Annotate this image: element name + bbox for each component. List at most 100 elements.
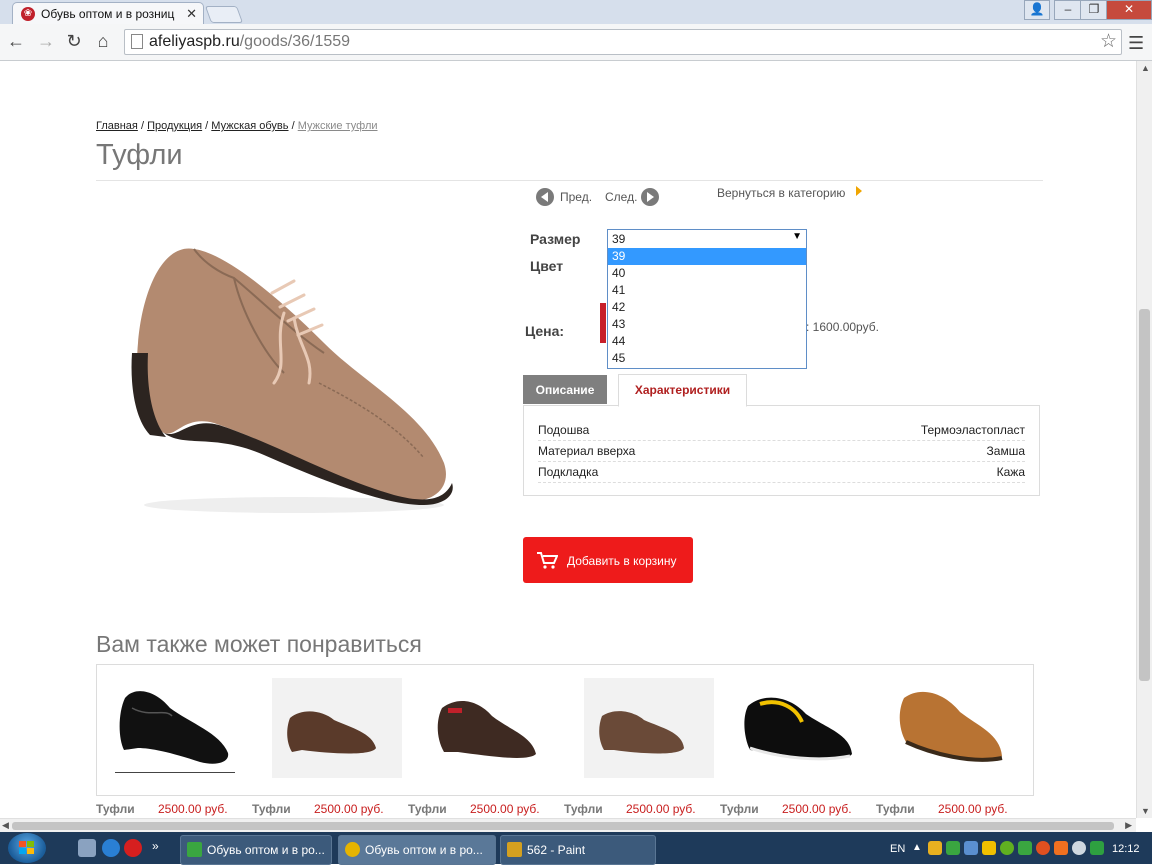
price-label: Цена: bbox=[525, 323, 565, 339]
tray-icon[interactable] bbox=[1000, 841, 1014, 855]
breadcrumb-products[interactable]: Продукция bbox=[147, 120, 202, 132]
color-swatch[interactable] bbox=[600, 303, 606, 343]
recommendation-name[interactable]: Туфли bbox=[564, 802, 603, 816]
chrome-icon bbox=[345, 842, 360, 857]
ie-icon[interactable] bbox=[102, 839, 120, 857]
tray-icon[interactable] bbox=[1018, 841, 1032, 855]
tray-icon[interactable] bbox=[1054, 841, 1068, 855]
site-favicon-icon: ❀ bbox=[21, 7, 35, 21]
back-to-category-link[interactable]: Вернуться в категорию bbox=[717, 186, 845, 200]
tray-icon[interactable] bbox=[1036, 841, 1050, 855]
cart-icon bbox=[537, 552, 558, 569]
size-option[interactable]: 41 bbox=[608, 282, 806, 299]
add-to-cart-button[interactable]: Добавить в корзину bbox=[523, 537, 693, 583]
characteristic-row: Подошва Термоэластопласт bbox=[538, 420, 1025, 441]
size-option[interactable]: 44 bbox=[608, 333, 806, 350]
tab-description[interactable]: Описание bbox=[523, 375, 607, 404]
prev-label[interactable]: Пред. bbox=[560, 190, 592, 204]
recommendations-title: Вам также может понравиться bbox=[96, 631, 422, 657]
horizontal-scrollbar[interactable]: ◀ ▶ bbox=[0, 818, 1136, 833]
size-select[interactable]: 39 ▼ bbox=[607, 229, 807, 249]
browser-tab[interactable]: ❀ Обувь оптом и в розниц ✕ bbox=[12, 2, 204, 25]
next-product-button[interactable] bbox=[641, 188, 659, 206]
taskbar-task[interactable]: 562 - Paint bbox=[500, 835, 656, 865]
new-tab-button[interactable] bbox=[204, 6, 244, 23]
recommendation-price: 2500.00 руб. bbox=[626, 802, 696, 816]
scroll-left-icon[interactable]: ◀ bbox=[2, 820, 9, 831]
breadcrumb-home[interactable]: Главная bbox=[96, 120, 138, 132]
clock[interactable]: 12:12 bbox=[1112, 843, 1140, 855]
characteristics-panel: Подошва Термоэластопласт Материал вверха… bbox=[523, 405, 1040, 496]
minimize-button[interactable]: – bbox=[1054, 0, 1082, 20]
vertical-scrollbar[interactable]: ▲ ▼ bbox=[1136, 61, 1152, 818]
scroll-thumb[interactable] bbox=[12, 822, 1114, 830]
selected-item-underline bbox=[115, 772, 235, 773]
scroll-down-icon[interactable]: ▼ bbox=[1141, 806, 1150, 816]
recommendation-image[interactable] bbox=[428, 678, 558, 778]
size-option[interactable]: 43 bbox=[608, 316, 806, 333]
dropdown-arrow-icon: ▼ bbox=[792, 231, 802, 242]
back-arrow-icon[interactable]: ← bbox=[6, 31, 26, 51]
taskbar-task-active[interactable]: Обувь оптом и в ро... bbox=[338, 835, 496, 865]
tab-characteristics[interactable]: Характеристики bbox=[618, 374, 747, 407]
recommendation-image[interactable] bbox=[892, 678, 1022, 778]
breadcrumb-current[interactable]: Мужские туфли bbox=[298, 120, 378, 132]
characteristic-row: Материал вверха Замша bbox=[538, 441, 1025, 462]
start-button[interactable] bbox=[8, 833, 46, 863]
opera-icon[interactable] bbox=[124, 839, 142, 857]
tray-icon[interactable] bbox=[964, 841, 978, 855]
size-option[interactable]: 40 bbox=[608, 265, 806, 282]
next-label[interactable]: След. bbox=[605, 190, 637, 204]
scroll-right-icon[interactable]: ▶ bbox=[1125, 820, 1132, 831]
chrome-menu-icon[interactable]: ☰ bbox=[1128, 33, 1144, 54]
paint-icon bbox=[507, 842, 522, 857]
prev-product-button[interactable] bbox=[536, 188, 554, 206]
recommendation-image[interactable] bbox=[584, 678, 714, 778]
scroll-thumb[interactable] bbox=[1139, 309, 1150, 681]
breadcrumb-mens-shoes[interactable]: Мужская обувь bbox=[211, 120, 288, 132]
size-option[interactable]: 45 bbox=[608, 350, 806, 367]
recommendation-name[interactable]: Туфли bbox=[876, 802, 915, 816]
recommendation-image[interactable] bbox=[740, 678, 870, 778]
size-option[interactable]: 42 bbox=[608, 299, 806, 316]
quicklaunch-more-icon[interactable]: » bbox=[152, 839, 159, 853]
home-icon[interactable]: ⌂ bbox=[93, 31, 113, 51]
address-bar[interactable]: afeliyaspb.ru/goods/36/1559 ☆ bbox=[124, 29, 1122, 55]
url-text: afeliyaspb.ru/goods/36/1559 bbox=[149, 33, 351, 50]
characteristic-row: Подкладка Кажа bbox=[538, 462, 1025, 483]
user-profile-button[interactable]: 👤 bbox=[1024, 0, 1050, 20]
browser-toolbar: ← → ↻ ⌂ afeliyaspb.ru/goods/36/1559 ☆ ☰ bbox=[0, 24, 1152, 61]
tray-icon[interactable] bbox=[946, 841, 960, 855]
tray-expand-icon[interactable]: ▲ bbox=[912, 842, 922, 853]
recommendation-name[interactable]: Туфли bbox=[408, 802, 447, 816]
quicklaunch-icon[interactable] bbox=[78, 839, 96, 857]
tray-icon[interactable] bbox=[928, 841, 942, 855]
page-title: Туфли bbox=[96, 139, 183, 171]
bookmark-star-icon[interactable]: ☆ bbox=[1100, 30, 1117, 53]
recommendation-name[interactable]: Туфли bbox=[252, 802, 291, 816]
tray-icon[interactable] bbox=[1072, 841, 1086, 855]
forward-arrow-icon[interactable]: → bbox=[36, 31, 56, 51]
scroll-up-icon[interactable]: ▲ bbox=[1141, 63, 1150, 73]
restore-button[interactable]: ❐ bbox=[1080, 0, 1108, 20]
size-label: Размер bbox=[530, 231, 581, 247]
triangle-right-icon bbox=[856, 186, 862, 196]
recommendation-name[interactable]: Туфли bbox=[96, 802, 135, 816]
reload-icon[interactable]: ↻ bbox=[64, 31, 84, 51]
language-indicator[interactable]: EN bbox=[890, 843, 905, 855]
tab-close-icon[interactable]: ✕ bbox=[186, 6, 197, 22]
size-select-value: 39 bbox=[612, 232, 626, 246]
recommendation-name[interactable]: Туфли bbox=[720, 802, 759, 816]
recommendation-image[interactable] bbox=[110, 678, 240, 778]
page-icon bbox=[131, 34, 143, 49]
recommendation-image[interactable] bbox=[272, 678, 402, 778]
taskbar-task[interactable]: Обувь оптом и в ро... bbox=[180, 835, 332, 865]
tab-title: Обувь оптом и в розниц bbox=[41, 7, 175, 21]
network-icon[interactable] bbox=[1090, 841, 1104, 855]
close-window-button[interactable]: ✕ bbox=[1106, 0, 1152, 20]
breadcrumb: Главная / Продукция / Мужская обувь / Му… bbox=[96, 120, 378, 132]
color-label: Цвет bbox=[530, 258, 564, 274]
windows-logo-icon bbox=[19, 841, 34, 854]
size-option[interactable]: 39 bbox=[608, 248, 806, 265]
tray-icon[interactable] bbox=[982, 841, 996, 855]
